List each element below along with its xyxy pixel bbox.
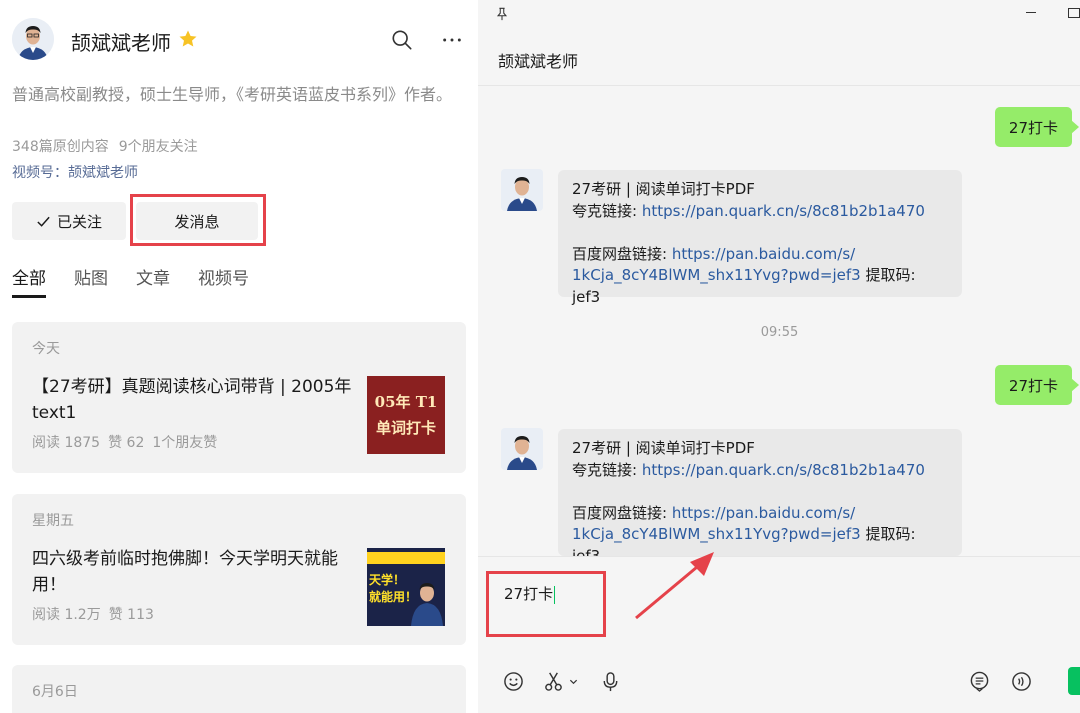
thumbnail-text: 05年 T1 <box>374 393 438 411</box>
pin-icon[interactable] <box>495 6 509 25</box>
content-tabs: 全部 贴图 文章 视频号 <box>12 264 277 298</box>
baidu-label: 百度网盘链接: <box>572 244 672 263</box>
article-title: 【27考研】真题阅读核心词带背 | 2005年text1 <box>32 377 352 423</box>
article-meta: 阅读 1875 赞 62 1个朋友赞 <box>32 432 217 452</box>
followed-button[interactable]: 已关注 <box>12 202 126 240</box>
scissors-icon[interactable] <box>542 670 564 692</box>
quark-link[interactable]: https://pan.quark.cn/s/8c81b2b1a470 <box>642 461 925 479</box>
profile-stats: 348篇原创内容 9个朋友关注 <box>12 136 198 156</box>
reply-heading: 27考研 | 阅读单词打卡PDF <box>572 439 755 457</box>
tab-articles[interactable]: 文章 <box>136 264 170 298</box>
baidu-link[interactable]: https://pan.baidu.com/s/ <box>672 245 855 263</box>
star-icon <box>178 29 198 49</box>
maximize-icon[interactable] <box>1068 8 1080 18</box>
profile-avatar[interactable] <box>12 18 54 60</box>
chat-title: 颉斌斌老师 <box>498 52 579 71</box>
microphone-icon[interactable] <box>599 670 621 692</box>
send-button[interactable] <box>1068 667 1080 695</box>
followed-label: 已关注 <box>56 212 102 231</box>
thumbnail-text: 单词打卡 <box>375 419 436 437</box>
article-card[interactable]: 今天 【27考研】真题阅读核心词带背 | 2005年text1 阅读 1875 赞… <box>12 322 466 473</box>
article-date: 6月6日 <box>32 684 78 700</box>
article-date: 今天 <box>32 341 60 357</box>
minimize-icon[interactable] <box>1026 12 1036 13</box>
emoji-icon[interactable] <box>502 670 524 692</box>
chevron-down-icon[interactable] <box>566 670 580 692</box>
friends-follow-count: 9个朋友关注 <box>118 139 198 155</box>
profile-bio: 普通高校副教授，硕士生导师，《考研英语蓝皮书系列》作者。 <box>12 85 453 104</box>
baidu-link[interactable]: 1kCja_8cY4BlWM_shx11Yvg?pwd=jef3 <box>572 525 861 543</box>
article-date: 星期五 <box>32 513 74 529</box>
quark-link[interactable]: https://pan.quark.cn/s/8c81b2b1a470 <box>642 202 925 220</box>
article-reads: 阅读 1875 <box>32 435 101 451</box>
tab-channels[interactable]: 视频号 <box>198 264 249 298</box>
baidu-label: 百度网盘链接: <box>572 503 672 522</box>
article-friend-likes: 1个朋友赞 <box>152 435 218 451</box>
article-meta: 阅读 1.2万赞 113 <box>32 604 154 624</box>
article-likes: 赞 113 <box>108 607 154 623</box>
my-message-bubble[interactable]: 27打卡 <box>994 107 1080 147</box>
thumbnail-text: 就能用！ <box>369 590 418 604</box>
video-channel-link[interactable]: 视频号：颉斌斌老师 <box>12 162 138 182</box>
article-reads: 阅读 1.2万 <box>32 607 101 623</box>
contact-avatar[interactable] <box>501 169 543 211</box>
reply-bubble[interactable]: 27考研 | 阅读单词打卡PDF 夸克链接: https://pan.quark… <box>558 429 962 565</box>
article-title: 四六级考前临时抱佛脚！今天学明天就能用！ <box>32 549 338 595</box>
search-icon[interactable] <box>389 27 415 53</box>
article-card[interactable]: 星期五 四六级考前临时抱佛脚！今天学明天就能用！ 阅读 1.2万赞 113 天学… <box>12 494 466 645</box>
chat-header: 颉斌斌老师 <box>478 0 1080 86</box>
baidu-link[interactable]: 1kCja_8cY4BlWM_shx11Yvg?pwd=jef3 <box>572 266 861 284</box>
reply-heading: 27考研 | 阅读单词打卡PDF <box>572 180 755 198</box>
original-count: 348篇原创内容 <box>12 139 109 155</box>
profile-panel: 颉斌斌老师 普通高校副教授，硕士生导师，《考研英语蓝皮书系列》作者。 348篇原… <box>0 0 478 713</box>
thumbnail-text: 天学！ <box>369 573 406 587</box>
article-thumbnail: 05年 T1 单词打卡 <box>367 376 445 454</box>
chat-window: 颉斌斌老师 27打卡 27考研 | 阅读单词打卡PDF 夸克链接: https:… <box>478 0 1080 713</box>
baidu-link[interactable]: https://pan.baidu.com/s/ <box>672 504 855 522</box>
highlight-box <box>486 571 606 637</box>
message-input-area[interactable]: 27打卡 <box>478 556 1080 713</box>
chat-history-icon[interactable] <box>968 670 990 692</box>
tab-images[interactable]: 贴图 <box>74 264 108 298</box>
article-card[interactable]: 6月6日 <box>12 665 466 713</box>
tab-all[interactable]: 全部 <box>12 264 46 298</box>
article-thumbnail: 天学！ 就能用！ <box>367 548 445 626</box>
quark-label: 夸克链接: <box>572 460 642 479</box>
my-message-bubble[interactable]: 27打卡 <box>994 365 1080 405</box>
check-icon <box>37 216 50 227</box>
article-likes: 赞 62 <box>108 435 145 451</box>
reply-bubble[interactable]: 27考研 | 阅读单词打卡PDF 夸克链接: https://pan.quark… <box>558 170 962 306</box>
more-icon[interactable] <box>439 27 465 53</box>
message-timestamp: 09:55 <box>760 325 799 340</box>
profile-name: 颉斌斌老师 <box>71 31 171 55</box>
highlight-box <box>130 194 266 246</box>
voice-call-icon[interactable] <box>1010 670 1032 692</box>
quark-label: 夸克链接: <box>572 201 642 220</box>
contact-avatar[interactable] <box>501 428 543 470</box>
